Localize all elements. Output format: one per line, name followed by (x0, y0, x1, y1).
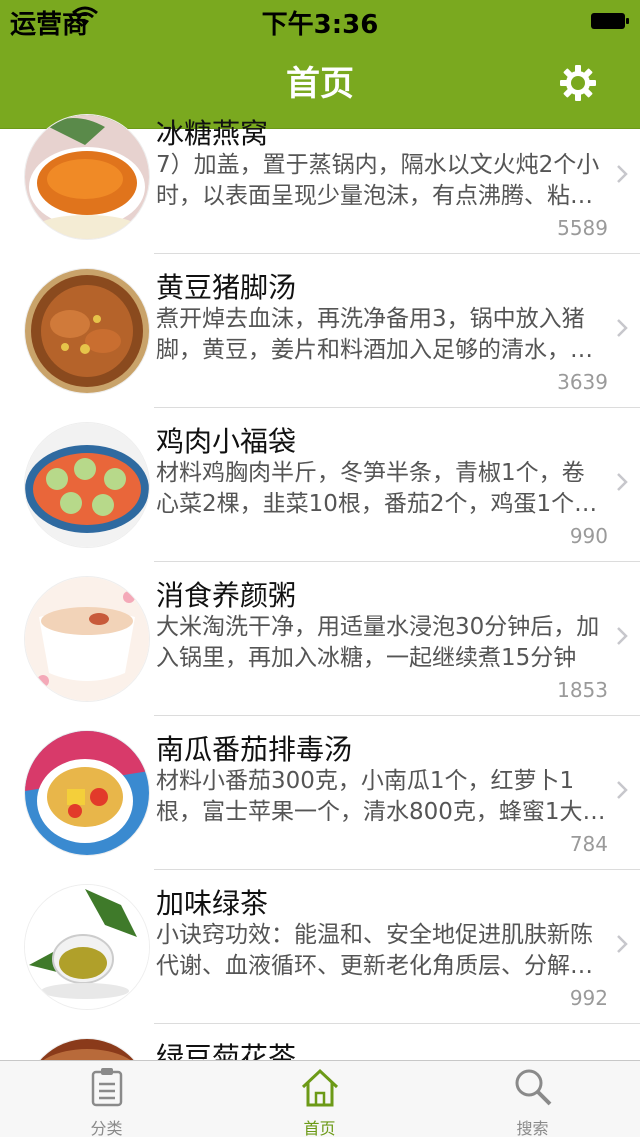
home-icon (300, 1067, 340, 1111)
recipe-thumbnail (24, 884, 150, 1010)
list-item[interactable]: 鸡肉小福袋 材料鸡胸肉半斤，冬笋半条，青椒1个，卷心菜2棵，韭菜10根，番茄2个… (0, 408, 640, 562)
recipe-description: 材料小番茄300克，小南瓜1个，红萝卜1根，富士苹果一个，清水800克，蜂蜜1大… (156, 768, 606, 825)
list-item[interactable]: 黄豆猪脚汤 煮开焯去血沫，再洗净备用3，锅中放入猪脚，黄豆，姜片和料酒加入足够的… (0, 254, 640, 408)
recipe-list[interactable]: 冰糖燕窝 7）加盖，置于蒸锅内，隔水以文火炖2个小时，以表面呈现少量泡沫，有点沸… (0, 100, 640, 1060)
recipe-title: 冰糖燕窝 (156, 117, 269, 150)
clipboard-icon (90, 1067, 124, 1111)
chevron-right-icon (616, 318, 628, 342)
recipe-description: 7）加盖，置于蒸锅内，隔水以文火炖2个小时，以表面呈现少量泡沫，有点沸腾、粘稠感… (156, 152, 600, 209)
recipe-title: 南瓜番茄排毒汤 (156, 733, 353, 766)
tab-search[interactable]: 搜索 (426, 1061, 639, 1138)
recipe-thumbnail (24, 268, 150, 394)
chevron-right-icon (616, 780, 628, 804)
tab-category[interactable]: 分类 (0, 1061, 213, 1138)
battery-icon (590, 8, 630, 38)
view-count: 1853 (557, 678, 608, 702)
list-item[interactable]: 冰糖燕窝 7）加盖，置于蒸锅内，隔水以文火炖2个小时，以表面呈现少量泡沫，有点沸… (0, 100, 640, 254)
search-icon (513, 1067, 553, 1111)
view-count: 990 (569, 524, 608, 548)
status-time: 下午3:36 (261, 10, 379, 40)
recipe-description: 煮开焯去血沫，再洗净备用3，锅中放入猪脚，黄豆，姜片和料酒加入足够的清水，大火煮… (156, 306, 593, 363)
view-count: 5589 (557, 216, 608, 240)
recipe-description: 小诀窍功效：能温和、安全地促进肌肤新陈代谢、血液循环、更新老化角质层、分解表皮层… (156, 922, 593, 979)
chevron-right-icon (616, 164, 628, 188)
recipe-thumbnail (24, 114, 150, 240)
chevron-right-icon (616, 934, 628, 958)
view-count: 992 (569, 986, 608, 1010)
recipe-title: 绿豆菊花茶 (156, 1041, 297, 1060)
recipe-thumbnail (24, 576, 150, 702)
tab-label: 分类 (90, 1119, 123, 1138)
recipe-title: 加味绿茶 (156, 887, 269, 920)
list-item[interactable]: 绿豆菊花茶 (0, 1024, 640, 1060)
tab-label: 首页 (303, 1119, 336, 1138)
view-count: 784 (569, 832, 608, 856)
list-item[interactable]: 南瓜番茄排毒汤 材料小番茄300克，小南瓜1个，红萝卜1根，富士苹果一个，清水8… (0, 716, 640, 870)
list-item[interactable]: 加味绿茶 小诀窍功效：能温和、安全地促进肌肤新陈代谢、血液循环、更新老化角质层、… (0, 870, 640, 1024)
recipe-title: 黄豆猪脚汤 (156, 271, 297, 304)
tab-label: 搜索 (516, 1119, 549, 1138)
recipe-description: 大米淘洗干净，用适量水浸泡30分钟后，加入锅里，再加入冰糖，一起继续煮15分钟 (156, 614, 600, 671)
recipe-title: 消食养颜粥 (156, 579, 297, 612)
recipe-description: 材料鸡胸肉半斤，冬笋半条，青椒1个，卷心菜2棵，韭菜10根，番茄2个，鸡蛋1个，… (156, 460, 598, 517)
recipe-title: 鸡肉小福袋 (156, 425, 297, 458)
status-bar: 运营商 下午3:36 (0, 0, 640, 40)
recipe-thumbnail (24, 730, 150, 856)
tab-home[interactable]: 首页 (213, 1061, 426, 1138)
chevron-right-icon (616, 472, 628, 496)
list-item[interactable]: 消食养颜粥 大米淘洗干净，用适量水浸泡30分钟后，加入锅里，再加入冰糖，一起继续… (0, 562, 640, 716)
recipe-thumbnail (24, 422, 150, 548)
recipe-thumbnail (24, 1038, 150, 1060)
tab-bar: 分类 首页 搜索 (0, 1060, 640, 1138)
view-count: 3639 (557, 370, 608, 394)
gear-icon[interactable] (560, 65, 596, 105)
chevron-right-icon (616, 626, 628, 650)
